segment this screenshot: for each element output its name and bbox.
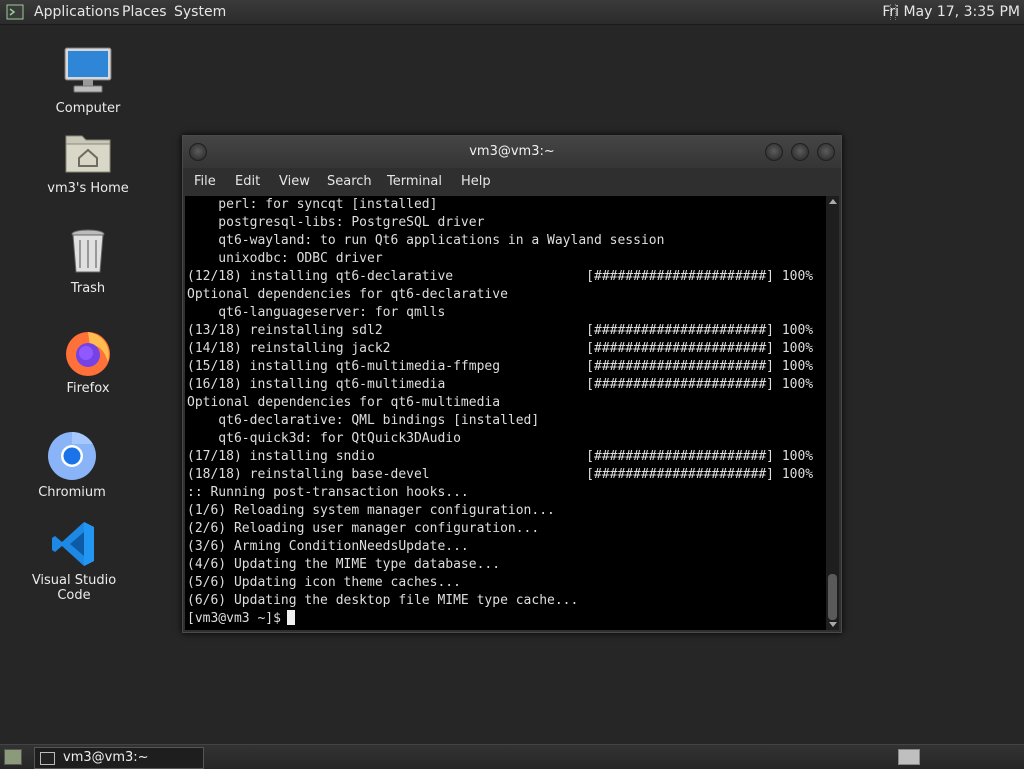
terminal-line: qt6-wayland: to run Qt6 applications in … <box>187 233 665 248</box>
terminal-line: (14/18) reinstalling jack2 [############… <box>187 341 814 356</box>
terminal-line: (4/6) Updating the MIME type database... <box>187 557 501 572</box>
desktop-icon-label: Chromium <box>38 485 106 500</box>
clock[interactable]: Fri May 17, 3:35 PM <box>882 0 1020 24</box>
terminal-line: unixodbc: ODBC driver <box>187 251 383 266</box>
terminal-line: qt6-quick3d: for QtQuick3DAudio <box>187 431 461 446</box>
text-cursor <box>286 610 295 625</box>
trash-icon <box>62 226 114 278</box>
terminal-icon <box>40 752 55 765</box>
menu-file[interactable]: File <box>194 168 216 196</box>
chromium-icon <box>46 430 98 482</box>
terminal-line: (2/6) Reloading user manager configurati… <box>187 521 540 536</box>
desktop-icon-trash[interactable]: Trash <box>28 226 148 296</box>
terminal-line: (18/18) reinstalling base-devel [#######… <box>187 467 814 482</box>
desktop-icon-label: Computer <box>55 101 121 116</box>
workspace-switcher[interactable] <box>898 749 920 765</box>
taskbar-window-label: vm3@vm3:~ <box>63 750 149 765</box>
scroll-up-arrow-icon[interactable] <box>829 199 837 204</box>
minimize-button[interactable] <box>765 143 783 161</box>
bottom-panel: vm3@vm3:~ <box>0 744 1024 769</box>
terminal-line: Optional dependencies for qt6-multimedia <box>187 395 501 410</box>
terminal-output[interactable]: perl: for syncqt [installed] postgresql-… <box>185 196 826 630</box>
shell-prompt: [vm3@vm3 ~]$ <box>187 611 281 626</box>
menu-search[interactable]: Search <box>327 168 372 196</box>
terminal-line: (12/18) installing qt6-declarative [####… <box>187 269 814 284</box>
terminal-line: (15/18) installing qt6-multimedia-ffmpeg… <box>187 359 814 374</box>
terminal-logo-icon[interactable] <box>6 3 24 21</box>
terminal-menubar: File Edit View Search Terminal Help <box>183 168 841 196</box>
desktop-icon-firefox[interactable]: Firefox <box>28 326 148 396</box>
vscode-icon <box>48 518 100 570</box>
scroll-thumb[interactable] <box>828 574 837 620</box>
desktop-icon-computer[interactable]: Computer <box>28 46 148 116</box>
terminal-line: Optional dependencies for qt6-declarativ… <box>187 287 508 302</box>
desktop-icon-label: Visual Studio Code <box>31 573 117 603</box>
desktop-icon-vscode[interactable]: Visual Studio Code <box>14 518 134 603</box>
maximize-button[interactable] <box>791 143 809 161</box>
terminal-line: (1/6) Reloading system manager configura… <box>187 503 555 518</box>
desktop-icon-home[interactable]: vm3's Home <box>28 126 148 196</box>
menu-applications[interactable]: Applications <box>34 0 120 24</box>
computer-icon <box>62 46 114 98</box>
terminal-line: qt6-declarative: QML bindings [installed… <box>187 413 540 428</box>
menu-terminal[interactable]: Terminal <box>387 168 442 196</box>
terminal-line: (13/18) reinstalling sdl2 [#############… <box>187 323 814 338</box>
desktop-icon-label: Firefox <box>66 381 110 396</box>
terminal-window[interactable]: vm3@vm3:~ File Edit View Search Terminal… <box>182 135 842 633</box>
menu-places[interactable]: Places <box>122 0 167 24</box>
terminal-line: (3/6) Arming ConditionNeedsUpdate... <box>187 539 469 554</box>
close-button[interactable] <box>817 143 835 161</box>
home-folder-icon <box>62 126 114 178</box>
desktop-icon-chromium[interactable]: Chromium <box>12 430 132 500</box>
terminal-line: (5/6) Updating icon theme caches... <box>187 575 461 590</box>
desktop-icon-label: Trash <box>70 281 106 296</box>
firefox-icon <box>62 326 114 378</box>
menu-view[interactable]: View <box>279 168 310 196</box>
window-titlebar[interactable]: vm3@vm3:~ <box>183 136 841 168</box>
terminal-line: qt6-languageserver: for qmlls <box>187 305 446 320</box>
show-desktop-icon[interactable] <box>4 749 22 765</box>
terminal-scrollbar[interactable] <box>826 196 839 630</box>
menu-help[interactable]: Help <box>461 168 491 196</box>
prompt-line: [vm3@vm3 ~]$ <box>185 610 826 628</box>
terminal-line: (16/18) installing qt6-multimedia [#####… <box>187 377 814 392</box>
terminal-line: perl: for syncqt [installed] <box>187 197 438 212</box>
menu-system[interactable]: System <box>174 0 226 24</box>
terminal-line: (17/18) installing sndio [##############… <box>187 449 814 464</box>
terminal-line: postgresql-libs: PostgreSQL driver <box>187 215 485 230</box>
scroll-down-arrow-icon[interactable] <box>829 622 837 627</box>
taskbar-window-button[interactable]: vm3@vm3:~ <box>34 747 204 769</box>
terminal-line: :: Running post-transaction hooks... <box>187 485 469 500</box>
window-title: vm3@vm3:~ <box>469 144 555 159</box>
desktop-icon-label: vm3's Home <box>47 181 129 196</box>
menu-edit[interactable]: Edit <box>235 168 260 196</box>
top-panel: Applications Places System Fri May 17, 3… <box>0 0 1024 25</box>
terminal-line: (6/6) Updating the desktop file MIME typ… <box>187 593 579 608</box>
